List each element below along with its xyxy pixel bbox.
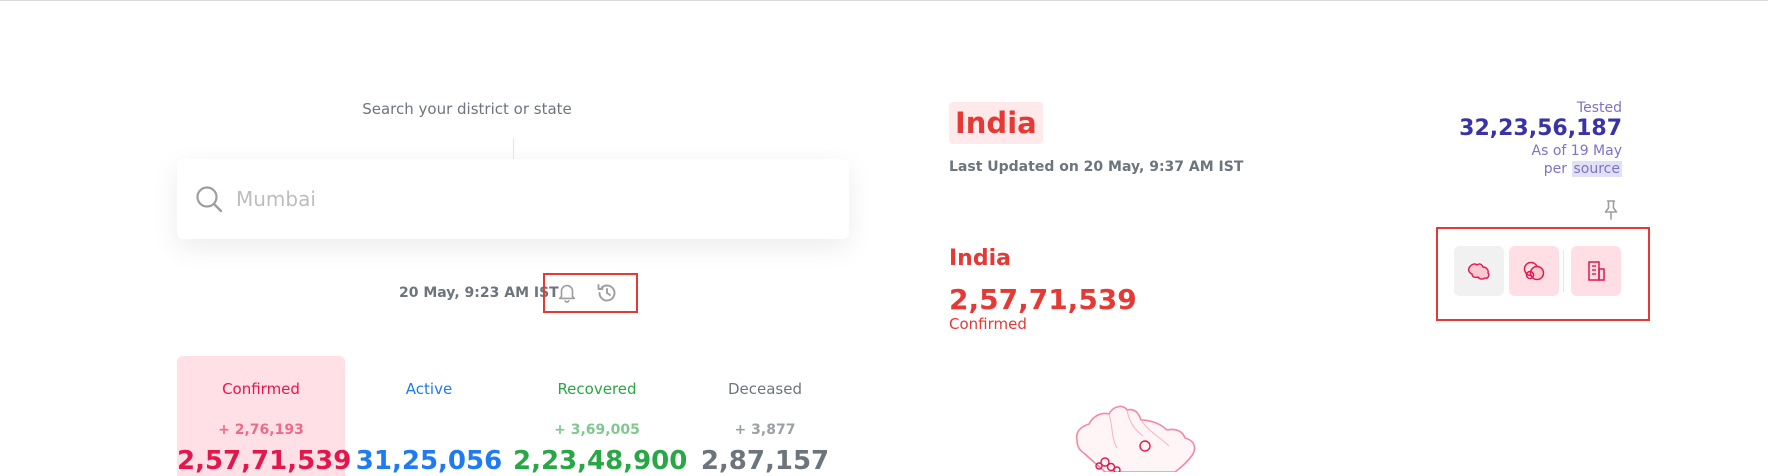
map-switcher-divider: [1563, 250, 1564, 292]
stat-card-confirmed[interactable]: Confirmed + 2,76,193 2,57,71,539: [177, 356, 351, 476]
stat-label: Deceased: [727, 380, 802, 398]
history-icon[interactable]: [595, 281, 619, 305]
stat-label: Recovered: [557, 380, 637, 398]
top-border: [0, 0, 1768, 1]
last-updated-time: 20 May, 9:23 AM IST: [399, 285, 559, 301]
stat-label: Confirmed: [222, 380, 300, 398]
bubbles-map-button[interactable]: [1509, 246, 1559, 296]
map-confirmed-value: 2,57,71,539: [949, 283, 1137, 316]
map-place-name: India: [949, 246, 1011, 271]
stat-card-deceased[interactable]: Deceased + 3,877 2,87,157: [681, 356, 849, 476]
states-map-button[interactable]: [1454, 246, 1504, 296]
districts-map-button[interactable]: [1571, 246, 1621, 296]
tested-as-of: As of 19 May: [1531, 143, 1622, 159]
last-updated-header: Last Updated on 20 May, 9:37 AM IST: [949, 159, 1244, 175]
search-divider: [513, 138, 514, 160]
districts-icon: [1588, 261, 1605, 281]
source-link[interactable]: source: [1571, 161, 1622, 177]
tested-panel: Tested 32,23,56,187 As of 19 May per sou…: [1459, 100, 1622, 178]
tested-source-line: per source: [1459, 160, 1622, 178]
tested-per: per: [1543, 161, 1568, 177]
pin-icon[interactable]: [1601, 199, 1621, 221]
states-map-icon: [1467, 263, 1490, 280]
search-hint: Search your district or state: [362, 100, 572, 118]
stat-card-active[interactable]: Active 31,25,056: [345, 356, 513, 476]
search-icon: [196, 186, 223, 213]
stat-label: Active: [405, 380, 453, 398]
search-input[interactable]: [236, 182, 796, 216]
stat-card-recovered[interactable]: Recovered + 3,69,005 2,23,48,900: [513, 356, 687, 476]
india-map[interactable]: [1065, 400, 1245, 472]
stat-delta: + 2,76,193: [218, 422, 304, 438]
bell-icon[interactable]: [556, 281, 578, 303]
map-stat-label: Confirmed: [949, 315, 1027, 333]
tested-label: Tested: [1576, 100, 1622, 116]
bubbles-icon: [1523, 261, 1545, 281]
stat-delta: + 3,877: [734, 422, 796, 438]
page-title: India: [949, 102, 1043, 144]
tested-value: 32,23,56,187: [1459, 116, 1622, 141]
stat-delta: + 3,69,005: [554, 422, 640, 438]
